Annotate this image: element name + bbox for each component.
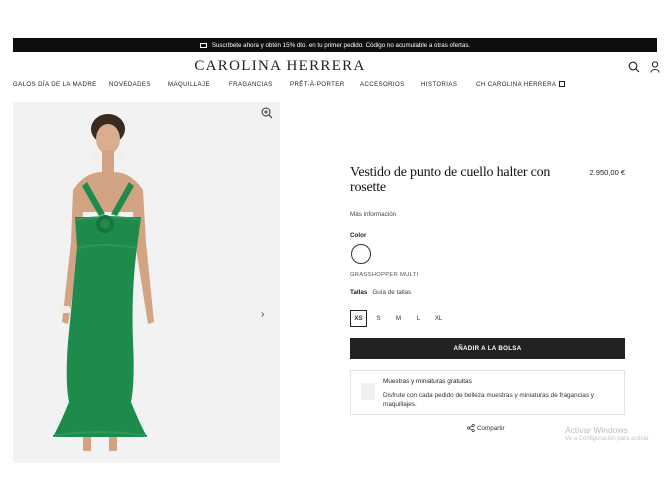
nav-item-historias[interactable]: HISTORIAS <box>421 81 457 88</box>
share-button[interactable]: Compartir <box>467 424 505 432</box>
samples-card: Muestras y miniaturas gratuitas Disfrute… <box>350 370 625 415</box>
nav-item-fragancias[interactable]: FRAGANCIAS <box>229 81 273 88</box>
sizes-header: Tallas Guía de tallas <box>350 289 411 296</box>
nav-item-dia-madre[interactable]: GALOS DÍA DE LA MADRE <box>13 81 97 88</box>
color-name: GRASSHOPPER MULTI <box>350 272 419 278</box>
nav-item-ch-label: CH CAROLINA HERRERA <box>476 81 557 88</box>
user-icon[interactable] <box>650 61 660 73</box>
product-title: Vestido de punto de cuello halter con ro… <box>350 165 551 195</box>
nav-item-pret-a-porter[interactable]: PRÊT-À-PORTER <box>290 81 345 88</box>
color-label: Color <box>350 232 367 239</box>
dress-illustration <box>52 114 154 451</box>
more-info-link[interactable]: Más información <box>350 211 396 218</box>
sizes-label: Tallas <box>350 289 368 296</box>
share-icon <box>467 424 475 432</box>
size-option-m[interactable]: M <box>390 310 407 327</box>
size-option-s[interactable]: S <box>370 310 387 327</box>
samples-title: Muestras y miniaturas gratuitas <box>383 378 472 385</box>
mail-icon <box>199 42 207 48</box>
nav-item-accesorios[interactable]: ACCESORIOS <box>360 81 405 88</box>
search-icon[interactable] <box>628 61 640 73</box>
color-swatch[interactable] <box>351 244 371 264</box>
nav-item-maquillaje[interactable]: MAQUILLAJE <box>168 81 210 88</box>
zoom-icon[interactable] <box>261 107 273 119</box>
external-link-icon <box>559 81 566 87</box>
nav-item-novedades[interactable]: NOVEDADES <box>109 81 151 88</box>
product-price: 2.950,00 € <box>589 168 625 177</box>
size-option-l[interactable]: L <box>410 310 427 327</box>
share-label: Compartir <box>477 424 505 432</box>
next-image-arrow-icon[interactable]: › <box>261 309 264 320</box>
nav-item-ch[interactable]: CH CAROLINA HERRERA <box>476 81 566 88</box>
size-option-xs[interactable]: XS <box>350 310 367 327</box>
add-to-bag-button[interactable]: AÑADIR A LA BOLSA <box>350 338 625 359</box>
promo-banner[interactable]: Suscríbete ahora y obtén 15% dto. en tu … <box>13 38 657 52</box>
samples-thumbnail <box>361 383 375 400</box>
windows-activation-hint: Ve a Configuración para activar <box>565 436 649 442</box>
product-image[interactable]: › <box>13 102 280 463</box>
samples-description: Disfrute con cada pedido de belleza mues… <box>383 392 595 408</box>
size-guide-link[interactable]: Guía de tallas <box>372 289 411 296</box>
windows-activation-title: Activar Windows <box>565 425 628 435</box>
promo-text: Suscríbete ahora y obtén 15% dto. en tu … <box>211 41 471 49</box>
brand-logo[interactable]: CAROLINA HERRERA <box>0 58 560 75</box>
main-nav: GALOS DÍA DE LA MADRE NOVEDADES MAQUILLA… <box>13 81 670 91</box>
size-selector: XS S M L XL <box>350 310 447 327</box>
size-option-xl[interactable]: XL <box>430 310 447 327</box>
